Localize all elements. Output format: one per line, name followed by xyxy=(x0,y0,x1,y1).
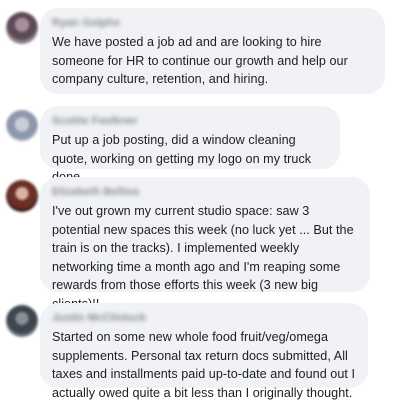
user-avatar-icon[interactable] xyxy=(6,110,38,142)
comment-author[interactable]: Ryan Golphs xyxy=(52,16,373,30)
comment-bubble: Ryan Golphs We have posted a job ad and … xyxy=(40,8,385,94)
comment-bubble: Justin McClintock Started on some new wh… xyxy=(40,303,368,400)
comment-bubble: Scottie Faulkner Put up a job posting, d… xyxy=(40,106,340,184)
user-avatar-icon[interactable] xyxy=(6,180,38,212)
comment-feed: Ryan Golphs We have posted a job ad and … xyxy=(0,0,400,400)
comment-text: Started on some new whole food fruit/veg… xyxy=(52,330,356,400)
comment-author[interactable]: Elizabeth Bellisa xyxy=(52,185,358,199)
comment-author[interactable]: Justin McClintock xyxy=(52,311,356,325)
comment-author[interactable]: Scottie Faulkner xyxy=(52,114,328,128)
comment-bubble: Elizabeth Bellisa I've out grown my curr… xyxy=(40,177,370,311)
user-avatar-icon[interactable] xyxy=(6,12,38,44)
comment-text: I've out grown my current studio space: … xyxy=(52,204,354,311)
user-avatar-icon[interactable] xyxy=(6,305,38,337)
comment-text: We have posted a job ad and are looking … xyxy=(52,35,348,86)
